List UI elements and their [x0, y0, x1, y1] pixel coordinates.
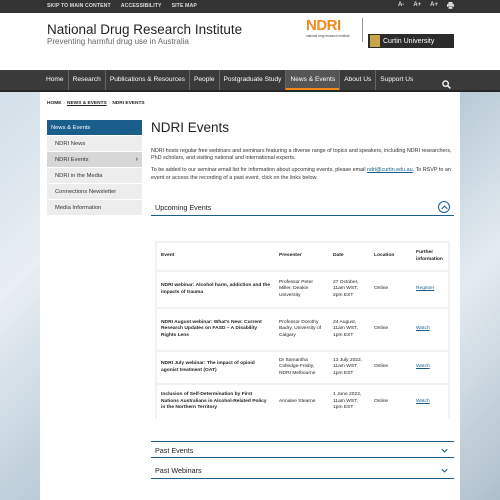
- breadcrumb: HOME › NEWS & EVENTS › NDRI EVENTS: [47, 101, 145, 106]
- nav-research[interactable]: Research: [67, 70, 105, 90]
- nav-publications-resources[interactable]: Publications & Resources: [104, 70, 189, 90]
- event-date: 1 June 2022, 11am WST, 1pm EST: [329, 383, 370, 419]
- ndri-logo-mark: NDRI: [306, 17, 341, 34]
- column-header-event: Event: [157, 243, 275, 272]
- watch-link[interactable]: Watch: [416, 364, 430, 369]
- site-tagline: Preventing harmful drug use in Australia: [47, 37, 189, 46]
- column-header-date: Date: [329, 243, 370, 272]
- sidebar-item-connections-newsletter[interactable]: Connections Newsletter: [47, 184, 142, 200]
- breadcrumb-news-events[interactable]: NEWS & EVENTS: [67, 101, 107, 106]
- site-title[interactable]: National Drug Research Institute: [47, 22, 242, 37]
- event-location: Online: [370, 383, 412, 419]
- breadcrumb-separator: ›: [63, 101, 66, 106]
- event-location: Online: [370, 270, 412, 308]
- chevron-down-icon[interactable]: [438, 464, 450, 476]
- chevron-up-icon[interactable]: [438, 201, 450, 213]
- event-presenter: Dr Samantha Colledge-Frisby, NDRI Melbou…: [275, 350, 329, 384]
- main-content: NDRI Events NDRI hosts regular free webi…: [151, 120, 454, 182]
- event-title: NDRI webinar: Alcohol harm, addiction an…: [157, 270, 275, 308]
- event-presenter: Professor Dorothy Badry, University of C…: [275, 307, 329, 351]
- nav-home[interactable]: Home: [42, 70, 68, 90]
- breadcrumb-current: NDRI EVENTS: [112, 101, 145, 106]
- event-info-cell: Watch: [412, 383, 448, 419]
- upcoming-events-accordion[interactable]: Upcoming Events: [151, 199, 454, 216]
- sidebar-item-ndri-news[interactable]: NDRI News: [47, 136, 142, 152]
- event-presenter: Professor Peter Miller, Deakin Universit…: [275, 270, 329, 308]
- logo-divider: [362, 18, 363, 42]
- watch-link[interactable]: Watch: [416, 399, 430, 404]
- nav-news-events[interactable]: News & Events: [285, 70, 340, 90]
- event-info-cell: Watch: [412, 350, 448, 384]
- column-header-further-information: Further information: [412, 243, 448, 272]
- column-header-presenter: Presenter: [275, 243, 329, 272]
- accessibility-link[interactable]: ACCESSIBILITY: [121, 3, 162, 9]
- print-icon[interactable]: [447, 2, 454, 11]
- search-icon[interactable]: [442, 76, 451, 89]
- chevron-right-icon: ›: [135, 156, 138, 163]
- event-title: NDRI August webinar: What's New: Current…: [157, 307, 275, 351]
- nav-support-us[interactable]: Support Us: [375, 70, 417, 90]
- event-location: Online: [370, 350, 412, 384]
- intro-paragraph: NDRI hosts regular free webinars and sem…: [151, 148, 452, 162]
- email-link[interactable]: ndri@curtin.edu.au: [367, 167, 413, 173]
- event-date: 13 July 2022, 11am WST, 1pm EST: [329, 350, 370, 384]
- utility-bar: SKIP TO MAIN CONTENT ACCESSIBILITY SITE …: [0, 0, 500, 13]
- text-size-tools: A- A+ A+: [398, 2, 454, 11]
- nav-people[interactable]: People: [188, 70, 219, 90]
- sidebar-item-media-information[interactable]: Media Information: [47, 200, 142, 216]
- site-map-link[interactable]: SITE MAP: [172, 3, 197, 9]
- nav-postgraduate-study[interactable]: Postgraduate Study: [218, 70, 286, 90]
- nav-about-us[interactable]: About Us: [339, 70, 375, 90]
- breadcrumb-home[interactable]: HOME: [47, 101, 61, 106]
- sidebar-heading-news-events[interactable]: News & Events: [47, 120, 142, 136]
- event-date: 24 August, 11am WST, 1pm EST: [329, 307, 370, 351]
- sidebar-item-ndri-events[interactable]: NDRI Events ›: [47, 152, 142, 168]
- breadcrumb-separator: ›: [108, 101, 111, 106]
- event-date: 27 October, 11am WST, 2pm EST: [329, 270, 370, 308]
- past-webinars-accordion[interactable]: Past Webinars: [151, 462, 454, 479]
- ndri-logo[interactable]: NDRI national drug research institute: [306, 18, 356, 40]
- event-title: Inclusion of Self-Determination by First…: [157, 383, 275, 419]
- rsvp-paragraph: To be added to our seminar email list fo…: [151, 167, 454, 181]
- event-title: NDRI July webinar: The impact of opioid …: [157, 350, 275, 384]
- skip-to-main-content-link[interactable]: SKIP TO MAIN CONTENT: [47, 3, 111, 9]
- table-row: NDRI August webinar: What's New: Current…: [157, 307, 448, 351]
- upcoming-events-label: Upcoming Events: [155, 203, 212, 212]
- curtin-crest-icon: [370, 35, 380, 47]
- table-header-row: Event Presenter Date Location Further in…: [157, 243, 448, 272]
- events-table-container: Event Presenter Date Location Further in…: [155, 241, 450, 419]
- curtin-logo-name: Curtin University: [383, 37, 435, 45]
- nav-items: Home Research Publications & Resources P…: [42, 70, 417, 90]
- page-title: NDRI Events: [151, 120, 230, 135]
- sidebar-item-ndri-in-the-media[interactable]: NDRI in the Media: [47, 168, 142, 184]
- increase-text-more-button[interactable]: A+: [430, 2, 438, 11]
- event-presenter: Annalee Stearne: [275, 383, 329, 419]
- past-events-label: Past Events: [155, 446, 194, 455]
- sidebar: News & Events NDRI News NDRI Events › ND…: [47, 120, 142, 216]
- decrease-text-button[interactable]: A-: [398, 2, 404, 11]
- table-row: NDRI webinar: Alcohol harm, addiction an…: [157, 270, 448, 308]
- past-events-accordion[interactable]: Past Events: [151, 441, 454, 458]
- main-navigation: Home Research Publications & Resources P…: [0, 70, 500, 92]
- register-link[interactable]: Register: [416, 286, 434, 291]
- table-row: NDRI July webinar: The impact of opioid …: [157, 350, 448, 384]
- event-info-cell: Watch: [412, 307, 448, 351]
- curtin-logo[interactable]: Curtin University: [368, 34, 454, 48]
- table-row: Inclusion of Self-Determination by First…: [157, 383, 448, 419]
- event-location: Online: [370, 307, 412, 351]
- ndri-logo-subtext: national drug research institute: [306, 34, 350, 38]
- column-header-location: Location: [370, 243, 412, 272]
- events-table: Event Presenter Date Location Further in…: [157, 243, 448, 419]
- watch-link[interactable]: Watch: [416, 326, 430, 331]
- rsvp-text-before: To be added to our seminar email list fo…: [151, 167, 366, 174]
- utility-links: SKIP TO MAIN CONTENT ACCESSIBILITY SITE …: [47, 3, 197, 9]
- past-webinars-label: Past Webinars: [155, 466, 202, 475]
- chevron-down-icon[interactable]: [438, 444, 450, 456]
- event-info-cell: Register: [412, 270, 448, 308]
- sidebar-item-label: NDRI Events: [55, 157, 89, 163]
- increase-text-button[interactable]: A+: [413, 2, 421, 11]
